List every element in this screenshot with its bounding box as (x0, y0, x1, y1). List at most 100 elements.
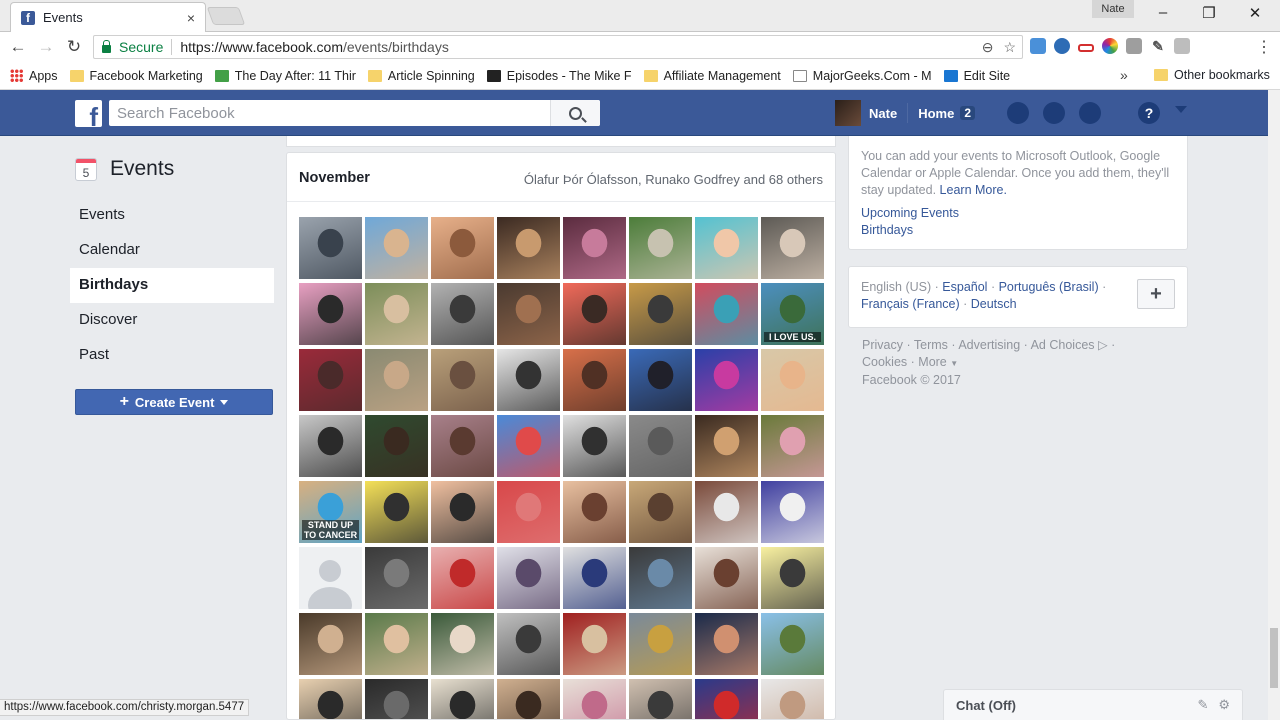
address-bar[interactable]: Secure https://www.facebook.com/events/b… (93, 35, 1023, 59)
footer-link-privacy[interactable]: Privacy (862, 338, 903, 352)
birthday-friend-photo[interactable] (695, 415, 758, 477)
language-link[interactable]: Français (France) (861, 297, 960, 311)
window-profile-badge[interactable]: Nate (1092, 0, 1134, 18)
birthday-friend-photo[interactable] (365, 481, 428, 543)
sidebar-item-birthdays[interactable]: Birthdays (70, 268, 274, 303)
birthday-friend-photo[interactable] (299, 613, 362, 675)
bookmark-item[interactable]: Facebook Marketing (69, 69, 203, 83)
bookmark-item[interactable]: Episodes - The Mike F (486, 69, 632, 83)
birthdays-export-link[interactable]: Birthdays (861, 222, 1175, 239)
birthday-friend-photo[interactable] (299, 283, 362, 345)
bookmarks-overflow-icon[interactable]: » (1120, 67, 1128, 83)
birthday-friend-photo[interactable] (497, 217, 560, 279)
footer-link-advertising[interactable]: Advertising (958, 338, 1020, 352)
bookmark-item[interactable]: Apps (10, 69, 58, 83)
birthday-friend-photo[interactable] (365, 547, 428, 609)
eyedropper-icon[interactable]: ✎ (1150, 38, 1166, 54)
birthday-friend-photo[interactable] (563, 349, 626, 411)
birthday-friend-photo[interactable] (563, 481, 626, 543)
birthday-friend-photo[interactable] (365, 613, 428, 675)
birthday-friend-photo[interactable]: STAND UP TO CANCER (299, 481, 362, 543)
language-link[interactable]: Deutsch (971, 297, 1017, 311)
birthday-friend-photo[interactable] (299, 349, 362, 411)
birthday-friend-photo[interactable] (695, 547, 758, 609)
extension-5-icon[interactable] (1126, 38, 1142, 54)
browser-tab[interactable]: f Events × (10, 2, 206, 32)
birthday-friend-photo[interactable] (761, 349, 824, 411)
birthday-friend-photo[interactable] (563, 217, 626, 279)
footer-link-cookies[interactable]: Cookies (862, 355, 907, 369)
other-bookmarks[interactable]: Other bookmarks (1154, 68, 1270, 82)
account-menu-caret-icon[interactable] (1175, 106, 1187, 113)
bookmark-item[interactable]: The Day After: 11 Thir (214, 69, 356, 83)
browser-menu-icon[interactable]: ⋮ (1256, 37, 1272, 57)
extension-2-icon[interactable] (1054, 38, 1070, 54)
birthday-friend-photo[interactable] (431, 613, 494, 675)
birthday-friend-photo[interactable] (431, 217, 494, 279)
friend-requests-icon[interactable] (1007, 102, 1029, 124)
birthday-friend-photo[interactable] (431, 283, 494, 345)
birthday-friend-photo[interactable] (563, 613, 626, 675)
birthday-friend-photo[interactable]: I LOVE US. (761, 283, 824, 345)
language-link[interactable]: Español (942, 280, 987, 294)
birthday-friend-photo[interactable] (629, 349, 692, 411)
birthday-friend-photo[interactable] (365, 217, 428, 279)
sidebar-item-calendar[interactable]: Calendar (70, 233, 274, 268)
language-link[interactable]: Português (Brasil) (999, 280, 1099, 294)
url-text[interactable]: https://www.facebook.com/events/birthday… (180, 39, 971, 55)
birthday-friend-photo[interactable] (431, 547, 494, 609)
help-icon[interactable]: ? (1138, 102, 1160, 124)
learn-more-link[interactable]: Learn More. (940, 183, 1007, 197)
birthday-friend-photo[interactable] (695, 679, 758, 719)
birthday-friend-photo[interactable] (629, 217, 692, 279)
reload-icon[interactable]: ↻ (60, 37, 88, 57)
birthday-friend-photo[interactable] (497, 415, 560, 477)
birthday-friend-photo[interactable] (695, 349, 758, 411)
bookmark-item[interactable]: MajorGeeks.Com - M (792, 69, 932, 83)
tab-close-icon[interactable]: × (187, 10, 195, 26)
birthday-friend-photo[interactable] (497, 481, 560, 543)
footer-link-more[interactable]: More (918, 355, 946, 369)
birthday-friend-photo[interactable] (299, 217, 362, 279)
extension-3-icon[interactable] (1078, 44, 1094, 52)
avatar[interactable] (835, 100, 861, 126)
birthday-friend-photo[interactable] (299, 547, 362, 609)
birthday-friend-photo[interactable] (629, 679, 692, 719)
bookmark-item[interactable]: Edit Site (943, 69, 1010, 83)
birthday-friend-photo[interactable] (695, 613, 758, 675)
scrollbar-thumb[interactable] (1270, 628, 1278, 688)
profile-link[interactable]: Nate (869, 106, 897, 121)
close-window-icon[interactable]: ✕ (1240, 4, 1270, 22)
birthday-friend-photo[interactable] (629, 547, 692, 609)
new-tab-button[interactable] (206, 7, 246, 25)
birthday-friend-photo[interactable] (629, 283, 692, 345)
birthday-friend-photo[interactable] (695, 481, 758, 543)
footer-link-terms[interactable]: Terms (914, 338, 948, 352)
birthday-friend-photo[interactable] (629, 481, 692, 543)
birthday-friend-photo[interactable] (299, 415, 362, 477)
birthday-friend-photo[interactable] (497, 283, 560, 345)
birthday-friend-photo[interactable] (431, 481, 494, 543)
birthday-friend-photo[interactable] (629, 613, 692, 675)
birthday-friend-photo[interactable] (497, 613, 560, 675)
bookmark-item[interactable]: Affiliate Management (643, 69, 781, 83)
page-scrollbar[interactable] (1268, 90, 1280, 720)
month-people-summary[interactable]: Ólafur Þór Ólafsson, Runako Godfrey and … (524, 172, 823, 187)
birthday-friend-photo[interactable] (299, 679, 362, 719)
upcoming-events-link[interactable]: Upcoming Events (861, 205, 1175, 222)
birthday-friend-photo[interactable] (497, 679, 560, 719)
birthday-friend-photo[interactable] (365, 679, 428, 719)
gear-icon[interactable]: ⚙ (1218, 697, 1230, 713)
back-arrow-icon[interactable]: ← (4, 37, 32, 57)
sidebar-item-events[interactable]: Events (70, 198, 274, 233)
birthday-friend-photo[interactable] (431, 679, 494, 719)
create-event-button[interactable]: + Create Event (75, 389, 273, 415)
birthday-friend-photo[interactable] (497, 547, 560, 609)
footer-link-ad-choices[interactable]: Ad Choices (1031, 338, 1095, 352)
birthday-friend-photo[interactable] (629, 415, 692, 477)
sidebar-item-past[interactable]: Past (70, 338, 274, 373)
home-link[interactable]: Home (918, 106, 954, 121)
chat-sidebar-tab[interactable]: Chat (Off) ✎ ⚙ (943, 689, 1243, 720)
extension-1-icon[interactable] (1030, 38, 1046, 54)
search-button[interactable] (550, 100, 600, 126)
